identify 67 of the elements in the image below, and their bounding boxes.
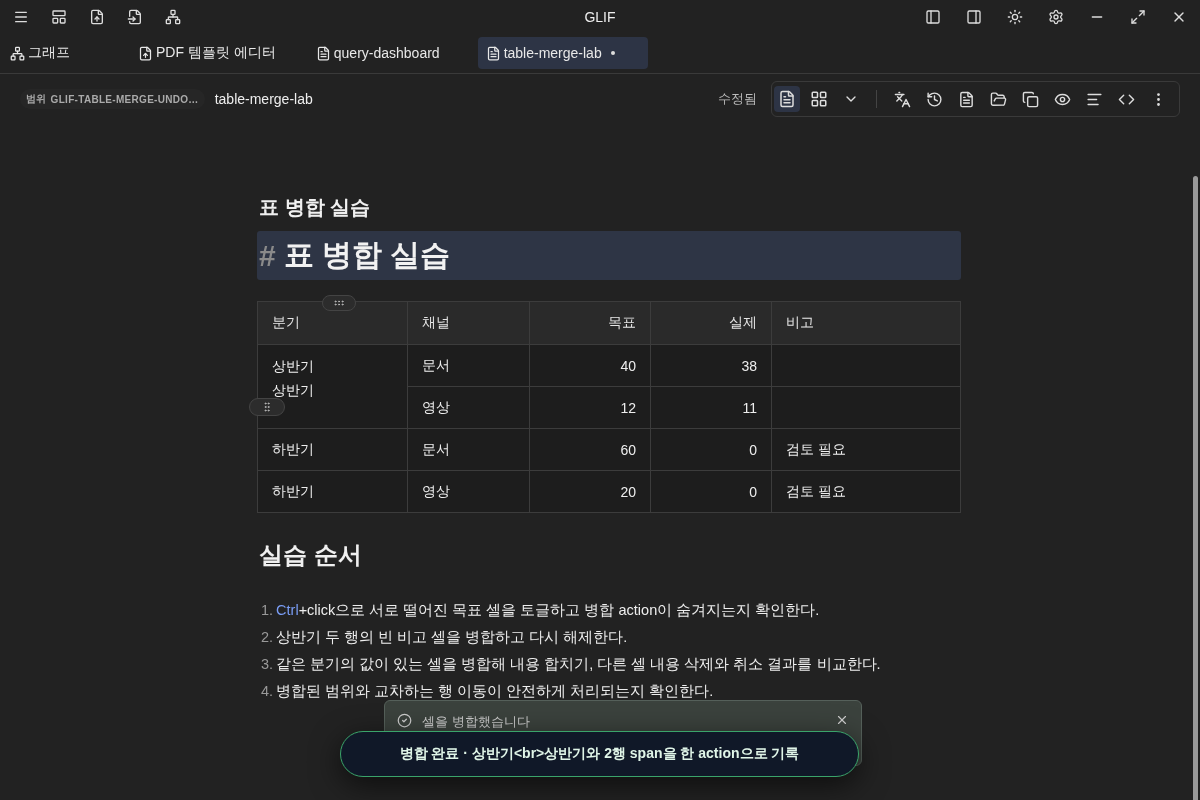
layout-icon[interactable] <box>50 7 68 26</box>
step-text: Ctrl+click으로 서로 떨어진 목표 셀을 토글하고 병합 action이 숨겨지는지 확인한다. <box>276 601 820 620</box>
document-icon <box>315 45 331 61</box>
grid-icon <box>810 90 828 108</box>
row-drag-handle[interactable] <box>249 398 285 416</box>
table-cell: 11 <box>650 386 772 429</box>
document-view-button[interactable] <box>774 86 800 112</box>
step-text: 같은 분기의 값이 있는 셀을 병합해 내용 합치기, 다른 셀 내용 삭제와 취소 결과를 비교한다. <box>276 655 881 674</box>
step-number: 3. <box>261 655 274 674</box>
table-cell: 12 <box>529 386 651 429</box>
table-cell: 0 <box>650 470 772 513</box>
table-cell: 38 <box>650 344 772 387</box>
right-panel-icon[interactable] <box>965 7 983 26</box>
document-icon <box>485 45 501 61</box>
key-link[interactable]: Ctrl <box>276 602 299 618</box>
document-name: table-merge-lab <box>214 91 313 107</box>
tab[interactable]: 그래프 <box>8 37 108 69</box>
column-header: 분기 <box>257 301 408 345</box>
column-drag-handle[interactable] <box>322 295 356 311</box>
left-panel-icon[interactable] <box>924 7 942 26</box>
graph-icon <box>10 45 25 61</box>
close-icon[interactable] <box>835 713 849 727</box>
modified-status: 수정됨 <box>718 90 757 108</box>
toast-message: 셀을 병합했습니다 <box>422 713 531 731</box>
document-title: 표 병합 실습 <box>259 195 372 220</box>
tab[interactable]: PDF 템플릿 에디터 <box>136 37 286 69</box>
step-number: 4. <box>261 682 274 701</box>
check-circle-icon <box>397 713 412 728</box>
settings-icon[interactable] <box>1047 7 1065 26</box>
status-pill: 병합 완료 · 상반기<br>상반기와 2행 span을 한 action으로 기록 <box>340 731 859 777</box>
table-cell: 40 <box>529 344 651 387</box>
scope-label: 범위 <box>26 92 47 106</box>
heading-marker: # <box>259 238 276 273</box>
file-upload-icon[interactable] <box>88 7 106 26</box>
tab[interactable]: table-merge-lab <box>477 37 648 69</box>
step-number: 1. <box>261 601 274 620</box>
step-text: 병합된 범위와 교차하는 행 이동이 안전하게 처리되는지 확인한다. <box>276 682 714 701</box>
step-number: 2. <box>261 628 274 647</box>
column-header: 실제 <box>650 301 772 345</box>
table-cell: 문서 <box>407 344 530 387</box>
file-import-icon[interactable] <box>126 7 144 26</box>
table-cell: 하반기 <box>257 428 408 471</box>
scope-name: GLIF-TABLE-MERGE-UNDO… <box>50 93 199 105</box>
table-cell: 검토 필요 <box>771 470 961 513</box>
graph-icon[interactable] <box>164 7 182 26</box>
column-header: 비고 <box>771 301 961 345</box>
tab[interactable]: query-dashboard <box>313 37 450 69</box>
table-cell: 영상 <box>407 386 530 429</box>
heading-text: 표 병합 실습 <box>283 237 451 273</box>
column-header: 목표 <box>529 301 651 345</box>
scrollbar-thumb[interactable] <box>1192 176 1198 800</box>
column-header: 채널 <box>407 301 530 345</box>
document-icon <box>778 90 796 108</box>
table-cell: 검토 필요 <box>771 428 961 471</box>
file-upload-icon <box>138 45 153 61</box>
table-cell: 영상 <box>407 470 530 513</box>
table-cell: 20 <box>529 470 651 513</box>
merged-cell: 상반기 상반기 <box>257 344 408 429</box>
table-cell: 0 <box>650 428 772 471</box>
table-cell: 문서 <box>407 428 530 471</box>
maximize-icon[interactable] <box>1129 7 1147 26</box>
step-text: 상반기 두 행의 빈 비고 셀을 병합하고 다시 해제한다. <box>276 628 628 647</box>
section-title: 실습 순서 <box>259 540 363 570</box>
window-title: GLIF <box>584 8 616 25</box>
table-cell: 60 <box>529 428 651 471</box>
table-cell: 하반기 <box>257 470 408 513</box>
sun-icon[interactable] <box>1006 7 1024 26</box>
